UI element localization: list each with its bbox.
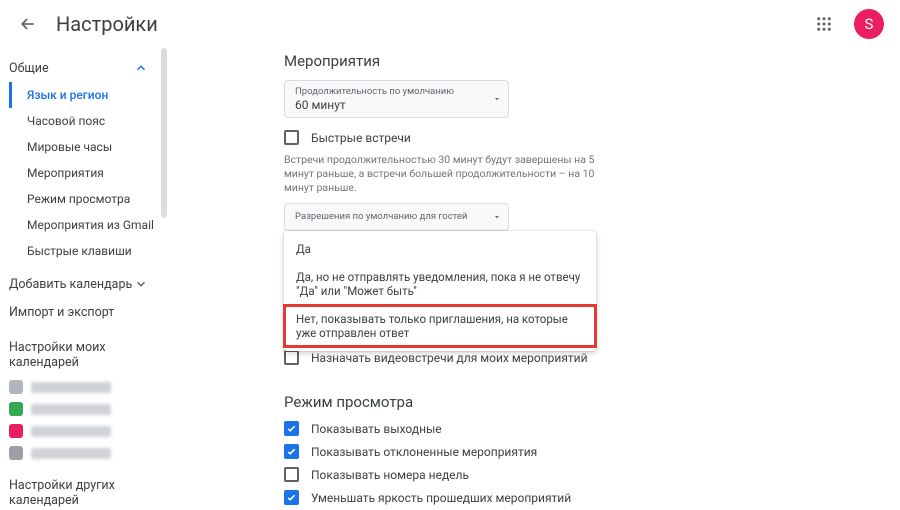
checkbox-show-week-numbers[interactable]: Показывать номера недель — [284, 467, 900, 482]
checkbox-icon — [284, 467, 299, 482]
sidebar-heading-my-calendars: Настройки моих календарей — [0, 326, 158, 376]
checkbox-label: Показывать номера недель — [311, 468, 469, 482]
section-view-mode: Режим просмотра Показывать выходные Пока… — [284, 393, 900, 510]
dropdown-panel: Да Да, но не отправлять уведомления, пок… — [284, 231, 596, 351]
calendar-entry[interactable] — [0, 420, 158, 442]
settings-sidebar: Общие Язык и регион Часовой пояс Мировые… — [0, 48, 158, 510]
checkbox-label: Показывать выходные — [311, 422, 442, 436]
helper-text: Встречи продолжительностью 30 минут буду… — [284, 153, 624, 195]
select-label: Продолжительность по умолчанию — [295, 86, 500, 98]
sidebar-heading-other-calendars: Настройки других календарей — [0, 464, 158, 510]
page-title: Настройки — [56, 12, 158, 36]
sidebar-group-label: Общие — [9, 61, 134, 76]
calendar-entry[interactable] — [0, 398, 158, 420]
section-title: Мероприятия — [284, 52, 900, 70]
sidebar-group-add-calendar[interactable]: Добавить календарь — [0, 270, 158, 298]
checkbox-label: Назначать видеовстречи для моих мероприя… — [311, 351, 588, 365]
section-events: Мероприятия Продолжительность по умолчан… — [284, 52, 900, 365]
select-guest-permissions[interactable]: Разрешения по умолчанию для гостей — [284, 203, 509, 231]
section-title: Режим просмотра — [284, 393, 900, 411]
sidebar-item-timezone[interactable]: Часовой пояс — [9, 108, 158, 134]
sidebar-group-general[interactable]: Общие — [0, 54, 158, 82]
caret-down-icon — [492, 94, 502, 104]
select-value: 60 минут — [295, 98, 500, 113]
select-label: Разрешения по умолчанию для гостей — [295, 211, 500, 223]
dropdown-option[interactable]: Да — [284, 235, 596, 263]
select-default-duration[interactable]: Продолжительность по умолчанию 60 минут — [284, 80, 509, 118]
avatar[interactable]: S — [854, 9, 884, 39]
calendar-entry[interactable] — [0, 376, 158, 398]
checkbox-label: Уменьшать яркость прошедших мероприятий — [311, 491, 571, 505]
sidebar-item-gmail-events[interactable]: Мероприятия из Gmail — [9, 212, 158, 238]
apps-icon[interactable] — [812, 12, 836, 36]
sidebar-item-shortcuts[interactable]: Быстрые клавиши — [9, 238, 158, 264]
checkbox-icon — [284, 350, 299, 365]
caret-down-icon — [492, 212, 502, 222]
chevron-up-icon — [134, 61, 148, 75]
checkbox-icon — [284, 130, 299, 145]
app-header: Настройки S — [0, 0, 900, 48]
checkbox-speedy-meetings[interactable]: Быстрые встречи — [284, 130, 900, 145]
sidebar-group-label: Импорт и экспорт — [9, 305, 148, 320]
checkbox-label: Показывать отклоненные мероприятия — [311, 445, 537, 459]
sidebar-item-view-mode[interactable]: Режим просмотра — [9, 186, 158, 212]
sidebar-group-import-export[interactable]: Импорт и экспорт — [0, 298, 158, 326]
back-icon[interactable] — [16, 12, 40, 36]
sidebar-group-label: Добавить календарь — [9, 277, 134, 292]
sidebar-scrollbar[interactable] — [158, 48, 174, 510]
checkbox-show-declined[interactable]: Показывать отклоненные мероприятия — [284, 444, 900, 459]
dropdown-option[interactable]: Да, но не отправлять уведомления, пока я… — [284, 263, 596, 305]
checkbox-dim-past[interactable]: Уменьшать яркость прошедших мероприятий — [284, 490, 900, 505]
dropdown-option[interactable]: Нет, показывать только приглашения, на к… — [284, 305, 596, 347]
sidebar-item-events[interactable]: Мероприятия — [9, 160, 158, 186]
checkbox-assign-video[interactable]: Назначать видеовстречи для моих мероприя… — [284, 350, 900, 365]
calendar-entry[interactable] — [0, 442, 158, 464]
chevron-down-icon — [134, 277, 148, 291]
checkbox-icon — [284, 490, 299, 505]
checkbox-icon — [284, 444, 299, 459]
checkbox-icon — [284, 421, 299, 436]
checkbox-show-weekends[interactable]: Показывать выходные — [284, 421, 900, 436]
sidebar-item-language-region[interactable]: Язык и регион — [9, 82, 158, 108]
sidebar-item-world-clock[interactable]: Мировые часы — [9, 134, 158, 160]
checkbox-label: Быстрые встречи — [311, 131, 411, 145]
settings-content: Мероприятия Продолжительность по умолчан… — [174, 48, 900, 510]
